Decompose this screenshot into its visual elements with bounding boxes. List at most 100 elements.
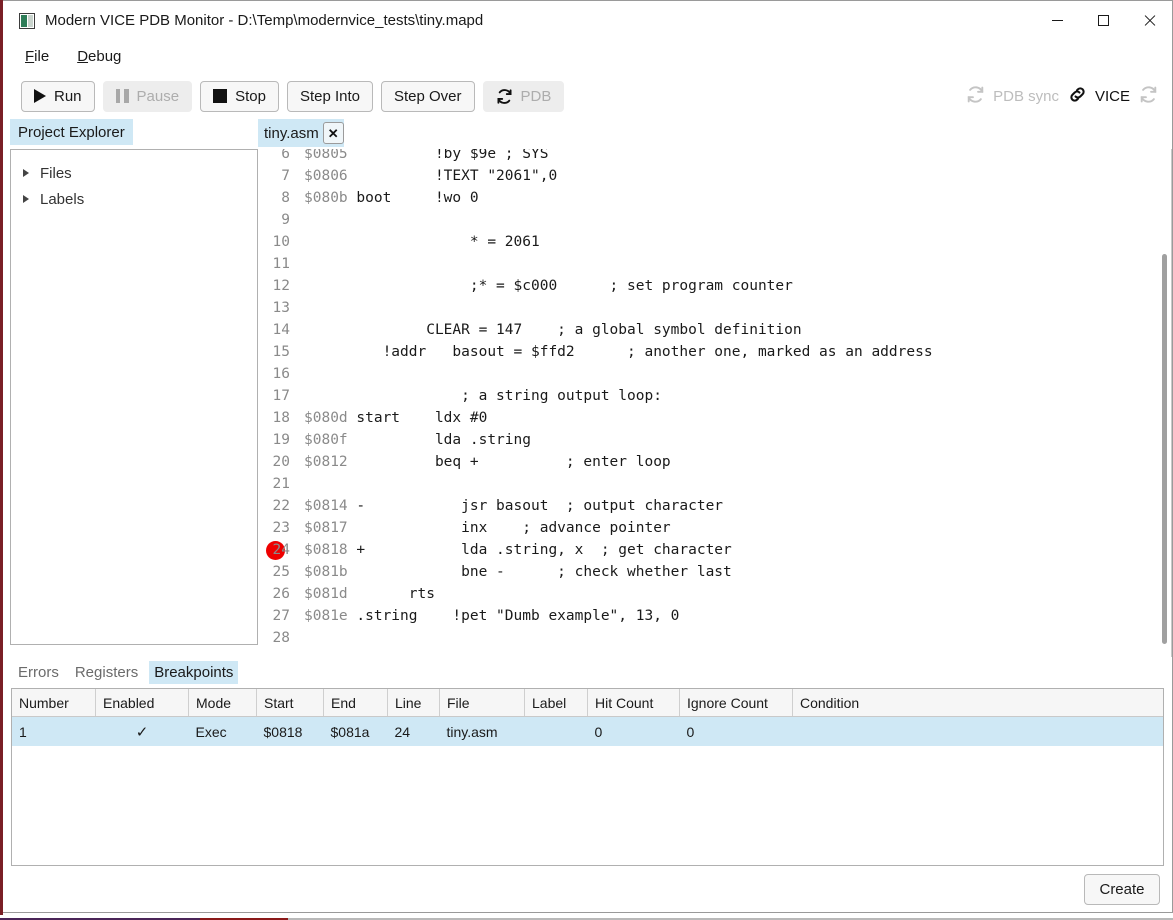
line-address: [304, 344, 348, 360]
code-line: 22 $0814 - jsr basout ; output character: [260, 495, 933, 517]
chevron-right-icon: [23, 195, 29, 203]
pause-icon: [116, 89, 129, 103]
toolbar: Run Pause Stop Step Into Step Over: [3, 73, 1172, 119]
tab-errors-label: Errors: [18, 664, 59, 681]
line-source: !addr basout = $ffd2 ; another one, mark…: [348, 344, 933, 360]
code-line: 15 !addr basout = $ffd2 ; another one, m…: [260, 341, 933, 363]
tab-registers-label: Registers: [75, 664, 138, 681]
col-line[interactable]: Line: [388, 689, 440, 717]
editor-vertical-scrollbar[interactable]: [1162, 254, 1167, 644]
breakpoints-table-container: Number Enabled Mode Start End Line File …: [11, 688, 1164, 866]
tab-errors[interactable]: Errors: [13, 661, 64, 684]
code-editor[interactable]: 6$0805 !by $9e ; SYS7$0806 !TEXT "2061",…: [260, 149, 1172, 657]
col-ignore-count[interactable]: Ignore Count: [680, 689, 793, 717]
line-number: 22: [260, 495, 290, 517]
code-line: 17 ; a string output loop:: [260, 385, 933, 407]
pause-button[interactable]: Pause: [103, 81, 193, 112]
line-number: 13: [260, 297, 290, 319]
line-number: 20: [260, 451, 290, 473]
step-over-button[interactable]: Step Over: [381, 81, 475, 112]
run-button[interactable]: Run: [21, 81, 95, 112]
window-title: Modern VICE PDB Monitor - D:\Temp\modern…: [45, 12, 483, 29]
col-condition[interactable]: Condition: [793, 689, 1164, 717]
code-line: 20$0812 beq + ; enter loop: [260, 451, 933, 473]
line-source: bne - ; check whether last: [348, 564, 732, 580]
col-start[interactable]: Start: [257, 689, 324, 717]
col-label[interactable]: Label: [525, 689, 588, 717]
create-button[interactable]: Create: [1084, 874, 1160, 905]
col-file[interactable]: File: [440, 689, 525, 717]
line-source: .string !pet "Dumb example", 13, 0: [348, 608, 680, 624]
sync-icon-secondary: [1139, 85, 1158, 108]
line-number: 12: [260, 275, 290, 297]
line-address: $081e: [304, 608, 348, 624]
line-number: 6: [260, 149, 290, 165]
code-line: 9: [260, 209, 933, 231]
code-line: 14 CLEAR = 147 ; a global symbol definit…: [260, 319, 933, 341]
tree-item-labels[interactable]: Labels: [11, 186, 257, 212]
col-number[interactable]: Number: [12, 689, 96, 717]
maximize-button[interactable]: [1080, 1, 1126, 40]
stop-button[interactable]: Stop: [200, 81, 279, 112]
line-source: - jsr basout ; output character: [348, 498, 723, 514]
menu-item-debug[interactable]: Debug: [73, 46, 125, 67]
line-source: start ldx #0: [348, 410, 488, 426]
cell-enabled-check[interactable]: ✓: [96, 717, 189, 747]
tab-tiny-asm[interactable]: tiny.asm ✕: [258, 119, 344, 147]
cell-number: 1: [12, 717, 96, 747]
play-icon: [34, 89, 46, 103]
breakpoints-table-body: 1 ✓ Exec $0818 $081a 24 tiny.asm 0 0: [12, 717, 1163, 747]
pdb-label: PDB: [521, 88, 552, 105]
tab-project-explorer[interactable]: Project Explorer: [10, 119, 133, 145]
vice-sync-status[interactable]: [1139, 85, 1158, 108]
run-label: Run: [54, 88, 82, 105]
code-line: 21: [260, 473, 933, 495]
window-controls: [1034, 1, 1172, 40]
cell-condition: [793, 717, 1164, 747]
sync-icon: [966, 85, 985, 108]
line-address: $0812: [304, 454, 348, 470]
col-mode[interactable]: Mode: [189, 689, 257, 717]
stop-icon: [213, 89, 227, 103]
tree-item-labels-label: Labels: [40, 191, 84, 208]
pause-label: Pause: [137, 88, 180, 105]
line-address: $0814: [304, 498, 348, 514]
tab-breakpoints[interactable]: Breakpoints: [149, 661, 238, 684]
line-source: !by $9e ; SYS: [348, 149, 549, 162]
tab-strip: Project Explorer tiny.asm ✕: [3, 119, 1172, 149]
line-address: $080d: [304, 410, 348, 426]
main-window: Modern VICE PDB Monitor - D:\Temp\modern…: [3, 0, 1173, 913]
table-row[interactable]: 1 ✓ Exec $0818 $081a 24 tiny.asm 0 0: [12, 717, 1163, 747]
code-line: 10 * = 2061: [260, 231, 933, 253]
vice-status[interactable]: VICE: [1068, 85, 1130, 108]
pdb-button[interactable]: PDB: [483, 81, 565, 112]
line-number: 17: [260, 385, 290, 407]
line-source: + lda .string, x ; get character: [348, 542, 732, 558]
line-address: [304, 278, 348, 294]
maximize-icon: [1098, 15, 1109, 26]
minimize-icon: [1052, 20, 1063, 21]
line-source: rts: [348, 586, 435, 602]
col-enabled[interactable]: Enabled: [96, 689, 189, 717]
line-address: [304, 366, 348, 382]
code-line: 12 ;* = $c000 ; set program counter: [260, 275, 933, 297]
menu-item-file[interactable]: File: [21, 46, 53, 67]
pdb-sync-status[interactable]: PDB sync: [966, 85, 1059, 108]
col-hit-count[interactable]: Hit Count: [588, 689, 680, 717]
step-into-label: Step Into: [300, 88, 360, 105]
minimize-button[interactable]: [1034, 1, 1080, 40]
line-source: lda .string: [348, 432, 531, 448]
code-line: 18$080d start ldx #0: [260, 407, 933, 429]
tab-registers[interactable]: Registers: [70, 661, 143, 684]
code-line: 23$0817 inx ; advance pointer: [260, 517, 933, 539]
step-into-button[interactable]: Step Into: [287, 81, 373, 112]
vice-label: VICE: [1095, 88, 1130, 105]
code-line: 24$0818 + lda .string, x ; get character: [260, 539, 933, 561]
tree-item-files[interactable]: Files: [11, 160, 257, 186]
tab-close-icon[interactable]: ✕: [323, 122, 344, 144]
code-line: 25$081b bne - ; check whether last: [260, 561, 933, 583]
close-button[interactable]: [1126, 1, 1172, 40]
cell-label: [525, 717, 588, 747]
app-icon: [19, 13, 35, 29]
col-end[interactable]: End: [324, 689, 388, 717]
